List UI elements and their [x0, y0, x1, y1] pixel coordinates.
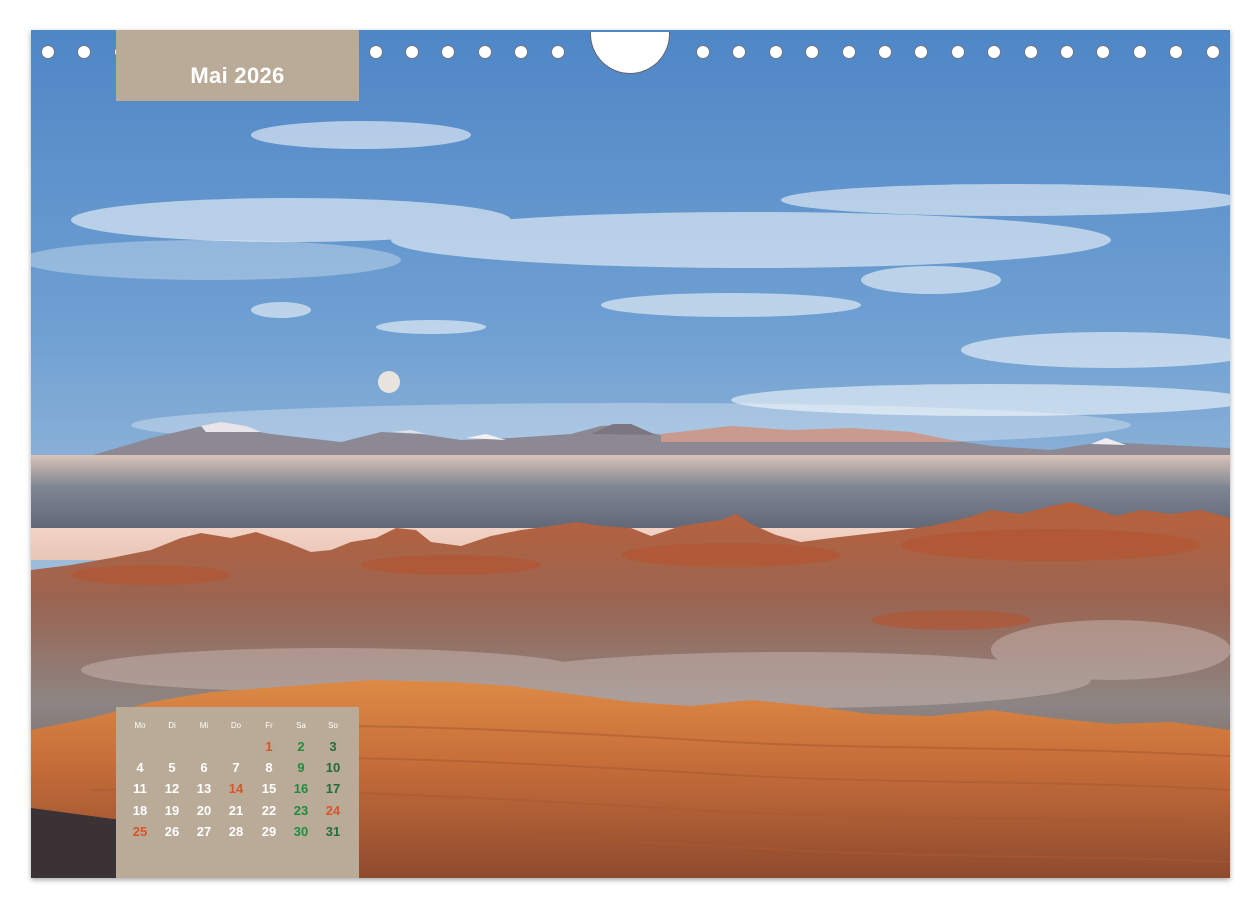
calendar-day: 31: [325, 824, 341, 839]
binding-hole: [987, 45, 1002, 59]
binding-hole: [1023, 45, 1038, 59]
month-title-panel: Mai 2026: [116, 30, 359, 101]
calendar-day: 9: [297, 760, 305, 775]
calendar-day: 13: [196, 781, 212, 796]
calendar-day: 1: [265, 739, 273, 754]
calendar-day: 24: [325, 803, 341, 818]
calendar-day: 4: [136, 760, 144, 775]
calendar-day: 19: [164, 803, 180, 818]
calendar-day: 14: [228, 781, 244, 796]
weekday-header: So: [328, 721, 338, 730]
binding-hole: [550, 45, 565, 59]
calendar-day: 18: [132, 803, 148, 818]
binding-hole: [878, 45, 892, 59]
calendar-day: 21: [228, 803, 244, 818]
calendar-day: 15: [261, 781, 277, 796]
calendar-day: 26: [164, 824, 180, 839]
binding-hole: [841, 45, 856, 59]
binding-hole: [768, 45, 783, 59]
binding-hole: [1169, 45, 1184, 59]
binding-hole: [1060, 45, 1074, 59]
calendar-day: 28: [228, 824, 244, 839]
binding-hole: [368, 45, 383, 59]
calendar-day: 16: [293, 781, 309, 796]
calendar-day: 29: [261, 824, 277, 839]
calendar-day: 7: [232, 760, 240, 775]
calendar-day: 11: [133, 781, 147, 796]
binding-hole: [1096, 45, 1111, 59]
binding-hole: [1205, 45, 1220, 59]
weekday-header: Sa: [296, 721, 306, 730]
binding-hole: [441, 45, 456, 59]
calendar-day: 3: [329, 739, 337, 754]
calendar-grid: Mo Di Mi Do Fr Sa So 1 2 3 4 5 6 7 8 9 10 11 12 13 14 15 16 17 1…: [116, 707, 359, 878]
binding-hole: [914, 45, 929, 59]
calendar-day: 22: [261, 803, 277, 818]
weekday-header: Fr: [265, 721, 273, 730]
weekday-header: Di: [168, 721, 176, 730]
binding-hole: [950, 45, 965, 59]
weekday-header: Do: [230, 721, 242, 730]
binding-hole: [477, 45, 492, 59]
binding-hole: [805, 45, 820, 59]
calendar-day: 17: [325, 781, 341, 796]
binding-hole: [405, 45, 419, 59]
calendar-day: 27: [196, 824, 212, 839]
calendar-day: 6: [200, 760, 208, 775]
binding-hole: [77, 45, 92, 59]
calendar-day: 20: [196, 803, 212, 818]
calendar-day: 12: [164, 781, 180, 796]
binding-hole: [1132, 45, 1147, 59]
month-title: Mai 2026: [190, 63, 285, 88]
weekday-header: Mi: [199, 721, 209, 730]
calendar-day: 30: [293, 824, 309, 839]
calendar-day: 5: [168, 760, 176, 775]
calendar-day: 8: [265, 760, 273, 775]
weekday-header: Mo: [134, 721, 146, 730]
calendar-day: 2: [297, 739, 305, 754]
binding-hole: [732, 45, 747, 59]
calendar-day: 25: [132, 824, 148, 839]
binding-hole: [696, 45, 710, 59]
binding-hole: [41, 45, 55, 59]
calendar-day: 10: [325, 760, 341, 775]
binding-hole: [514, 45, 529, 59]
calendar-day: 23: [293, 803, 309, 818]
